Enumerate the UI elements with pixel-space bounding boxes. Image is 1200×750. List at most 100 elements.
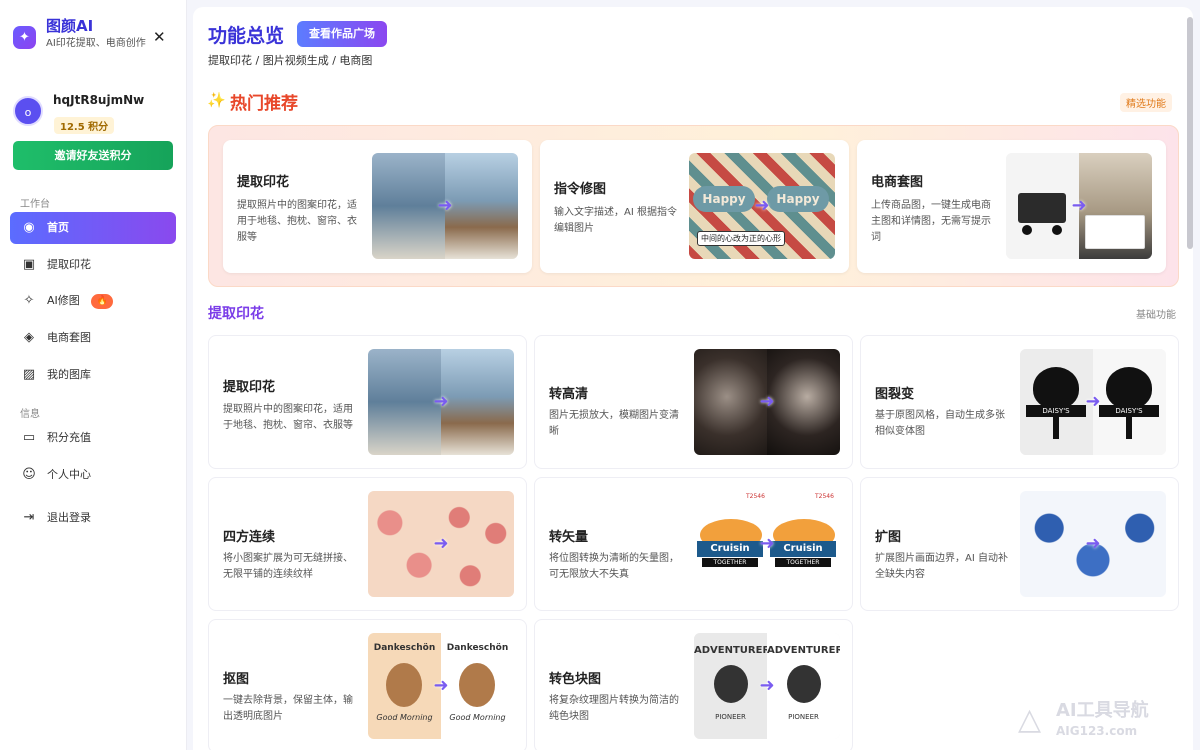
sidebar-item-gallery[interactable]: ▨ 我的图库 <box>10 359 176 391</box>
card-desc: 将位图转换为清晰的矢量图，可无限放大不失真 <box>549 553 679 580</box>
watermark-url: AIG123.com <box>1056 724 1138 738</box>
sidebar-item-ai-edit[interactable]: ✧ AI修图 🔥 <box>10 285 176 317</box>
card-desc: 输入文字描述，AI 根据指令编辑图片 <box>554 207 677 234</box>
card-icon: ▭ <box>22 430 36 445</box>
card-title: 提取印花 <box>237 175 290 190</box>
picture-icon: ▨ <box>22 367 36 382</box>
card-desc: 基于原图风格，自动生成多张相似变体图 <box>875 410 1005 437</box>
arrow-icon: ➜ <box>754 195 770 216</box>
sidebar-item-label: 首页 <box>47 221 69 234</box>
card-thumbnail: ➜ <box>372 153 518 259</box>
card-desc: 扩展图片画面边界，AI 自动补全缺失内容 <box>875 553 1008 580</box>
sidebar-item-logout[interactable]: ⇥ 退出登录 <box>10 502 176 534</box>
sidebar-item-recharge[interactable]: ▭ 积分充值 <box>10 422 176 454</box>
sidebar-item-ecommerce[interactable]: ◈ 电商套图 <box>10 322 176 354</box>
hot-card-instruct-edit[interactable]: 指令修图 输入文字描述，AI 根据指令编辑图片 Happy Happy ➜ 中间… <box>540 140 849 273</box>
info-label: 信息 <box>20 409 40 420</box>
card-thumbnail: Happy Happy ➜ 中间的心改为正的心形 <box>689 153 835 259</box>
feature-card-outpaint[interactable]: 扩图 扩展图片画面边界，AI 自动补全缺失内容 ➜ <box>860 477 1179 611</box>
hot-section-title: 热门推荐 <box>230 94 298 114</box>
card-desc: 提取照片中的图案印花，适用于地毯、抱枕、窗帘、衣服等 <box>223 404 353 431</box>
user-name: hqJtR8ujmNw <box>53 93 145 107</box>
user-icon: ☺ <box>22 467 36 482</box>
feature-card-vectorize[interactable]: 转矢量 将位图转换为清晰的矢量图，可无限放大不失真 Cruisin TOGETH… <box>534 477 853 611</box>
sidebar-item-home[interactable]: ◉ 首页 <box>10 212 176 244</box>
image-icon: ▣ <box>22 257 36 272</box>
arrow-icon: ➜ <box>759 675 775 696</box>
sidebar-item-label: 提取印花 <box>47 258 91 271</box>
card-desc: 将小图案扩展为可无缝拼接、无限平铺的连续纹样 <box>223 553 353 580</box>
close-icon[interactable]: ✕ <box>153 28 166 46</box>
gallery-button[interactable]: 查看作品广场 <box>297 21 387 47</box>
sidebar-item-profile[interactable]: ☺ 个人中心 <box>10 459 176 491</box>
sparkle-logo-icon: ✦ <box>13 26 36 49</box>
basic-badge: 基础功能 <box>1136 310 1176 321</box>
card-title: 指令修图 <box>554 182 607 197</box>
featured-badge: 精选功能 <box>1120 93 1172 112</box>
card-thumbnail: DAISY'S DAISY'S ➜ <box>1020 349 1166 455</box>
arrow-icon: ➜ <box>437 195 453 216</box>
card-desc: 提取照片中的图案印花，适用于地毯、抱枕、窗帘、衣服等 <box>237 200 357 243</box>
extract-section-title: 提取印花 <box>208 306 264 322</box>
sidebar-item-label: 个人中心 <box>47 468 91 481</box>
card-thumbnail: ADVENTURER PIONEER ADVENTURER PIONEER ➜ <box>694 633 840 739</box>
feature-card-cutout[interactable]: 抠图 一键去除背景，保留主体，输出透明底图片 Dankeschön Good M… <box>208 619 527 750</box>
prompt-caption: 中间的心改为正的心形 <box>697 231 785 246</box>
breadcrumb: 提取印花 / 图片视频生成 / 电商图 <box>208 54 373 67</box>
feature-card-extract[interactable]: 提取印花 提取照片中的图案印花，适用于地毯、抱枕、窗帘、衣服等 ➜ <box>208 335 527 469</box>
card-thumbnail: ➜ <box>1020 491 1166 597</box>
card-thumbnail: ➜ <box>368 491 514 597</box>
eye-icon: ◉ <box>23 220 35 235</box>
workspace-label: 工作台 <box>20 199 50 210</box>
feature-card-color-block[interactable]: 转色块图 将复杂纹理图片转换为简洁的纯色块图 ADVENTURER PIONEE… <box>534 619 853 750</box>
card-title: 图裂变 <box>875 387 915 402</box>
sidebar-item-label: AI修图 <box>47 294 80 307</box>
card-title: 提取印花 <box>223 380 276 395</box>
card-title: 转色块图 <box>549 672 602 687</box>
sidebar-item-label: 退出登录 <box>47 511 91 524</box>
hot-card-extract[interactable]: 提取印花 提取照片中的图案印花，适用于地毯、抱枕、窗帘、衣服等 ➜ <box>223 140 532 273</box>
sidebar-item-label: 我的图库 <box>47 368 91 381</box>
card-thumbnail: Cruisin TOGETHER T2546 Cruisin TOGETHER … <box>694 491 840 597</box>
scrollbar[interactable] <box>1187 17 1193 249</box>
arrow-icon: ➜ <box>759 533 775 554</box>
card-desc: 将复杂纹理图片转换为简洁的纯色块图 <box>549 695 679 722</box>
card-thumbnail: Dankeschön Good Morning Dankeschön Good … <box>368 633 514 739</box>
sidebar-item-extract[interactable]: ▣ 提取印花 <box>10 249 176 281</box>
arrow-icon: ➜ <box>1085 391 1101 412</box>
card-desc: 上传商品图，一键生成电商主图和详情图，无需写提示词 <box>871 200 991 243</box>
feature-card-variation[interactable]: 图裂变 基于原图风格，自动生成多张相似变体图 DAISY'S DAISY'S ➜ <box>860 335 1179 469</box>
card-title: 转矢量 <box>549 530 589 545</box>
logout-icon: ⇥ <box>23 510 35 525</box>
card-desc: 一键去除背景，保留主体，输出透明底图片 <box>223 695 353 722</box>
brand: ✦ 图颜AI AI印花提取、电商创作 ✕ <box>13 16 178 66</box>
card-title: 四方连续 <box>223 530 276 545</box>
sidebar-item-label: 积分充值 <box>47 431 91 444</box>
brand-name: 图颜AI <box>46 17 94 35</box>
card-title: 抠图 <box>223 672 250 687</box>
sparkle-icon: ✧ <box>23 293 35 308</box>
page-title: 功能总览 <box>208 25 285 47</box>
triangle-logo-icon: △ <box>1018 702 1042 737</box>
card-title: 扩图 <box>875 530 902 545</box>
arrow-icon: ➜ <box>759 391 775 412</box>
fire-icon: 🔥 <box>91 293 114 309</box>
hot-panel: 提取印花 提取照片中的图案印花，适用于地毯、抱枕、窗帘、衣服等 ➜ 指令修图 输… <box>208 125 1179 287</box>
card-thumbnail: ➜ <box>694 349 840 455</box>
arrow-icon: ➜ <box>433 533 449 554</box>
invite-button[interactable]: 邀请好友送积分 <box>13 141 173 170</box>
feature-card-upscale[interactable]: 转高清 图片无损放大，模糊图片变清晰 ➜ <box>534 335 853 469</box>
arrow-icon: ➜ <box>433 391 449 412</box>
card-thumbnail: ➜ <box>1006 153 1152 259</box>
watermark: △ AI工具导航 AIG123.com <box>1018 700 1196 744</box>
feature-card-seamless[interactable]: 四方连续 将小图案扩展为可无缝拼接、无限平铺的连续纹样 ➜ <box>208 477 527 611</box>
watermark-title: AI工具导航 <box>1056 700 1149 721</box>
sidebar: ✦ 图颜AI AI印花提取、电商创作 ✕ o hqJtR8ujmNw 12.5 … <box>0 0 187 750</box>
avatar[interactable]: o <box>13 96 43 126</box>
sidebar-item-label: 电商套图 <box>47 331 91 344</box>
card-title: 电商套图 <box>871 175 924 190</box>
card-title: 转高清 <box>549 387 589 402</box>
sparkle-icon: ✨ <box>207 91 226 109</box>
hot-card-ecommerce[interactable]: 电商套图 上传商品图，一键生成电商主图和详情图，无需写提示词 ➜ <box>857 140 1166 273</box>
arrow-icon: ➜ <box>1071 195 1087 216</box>
